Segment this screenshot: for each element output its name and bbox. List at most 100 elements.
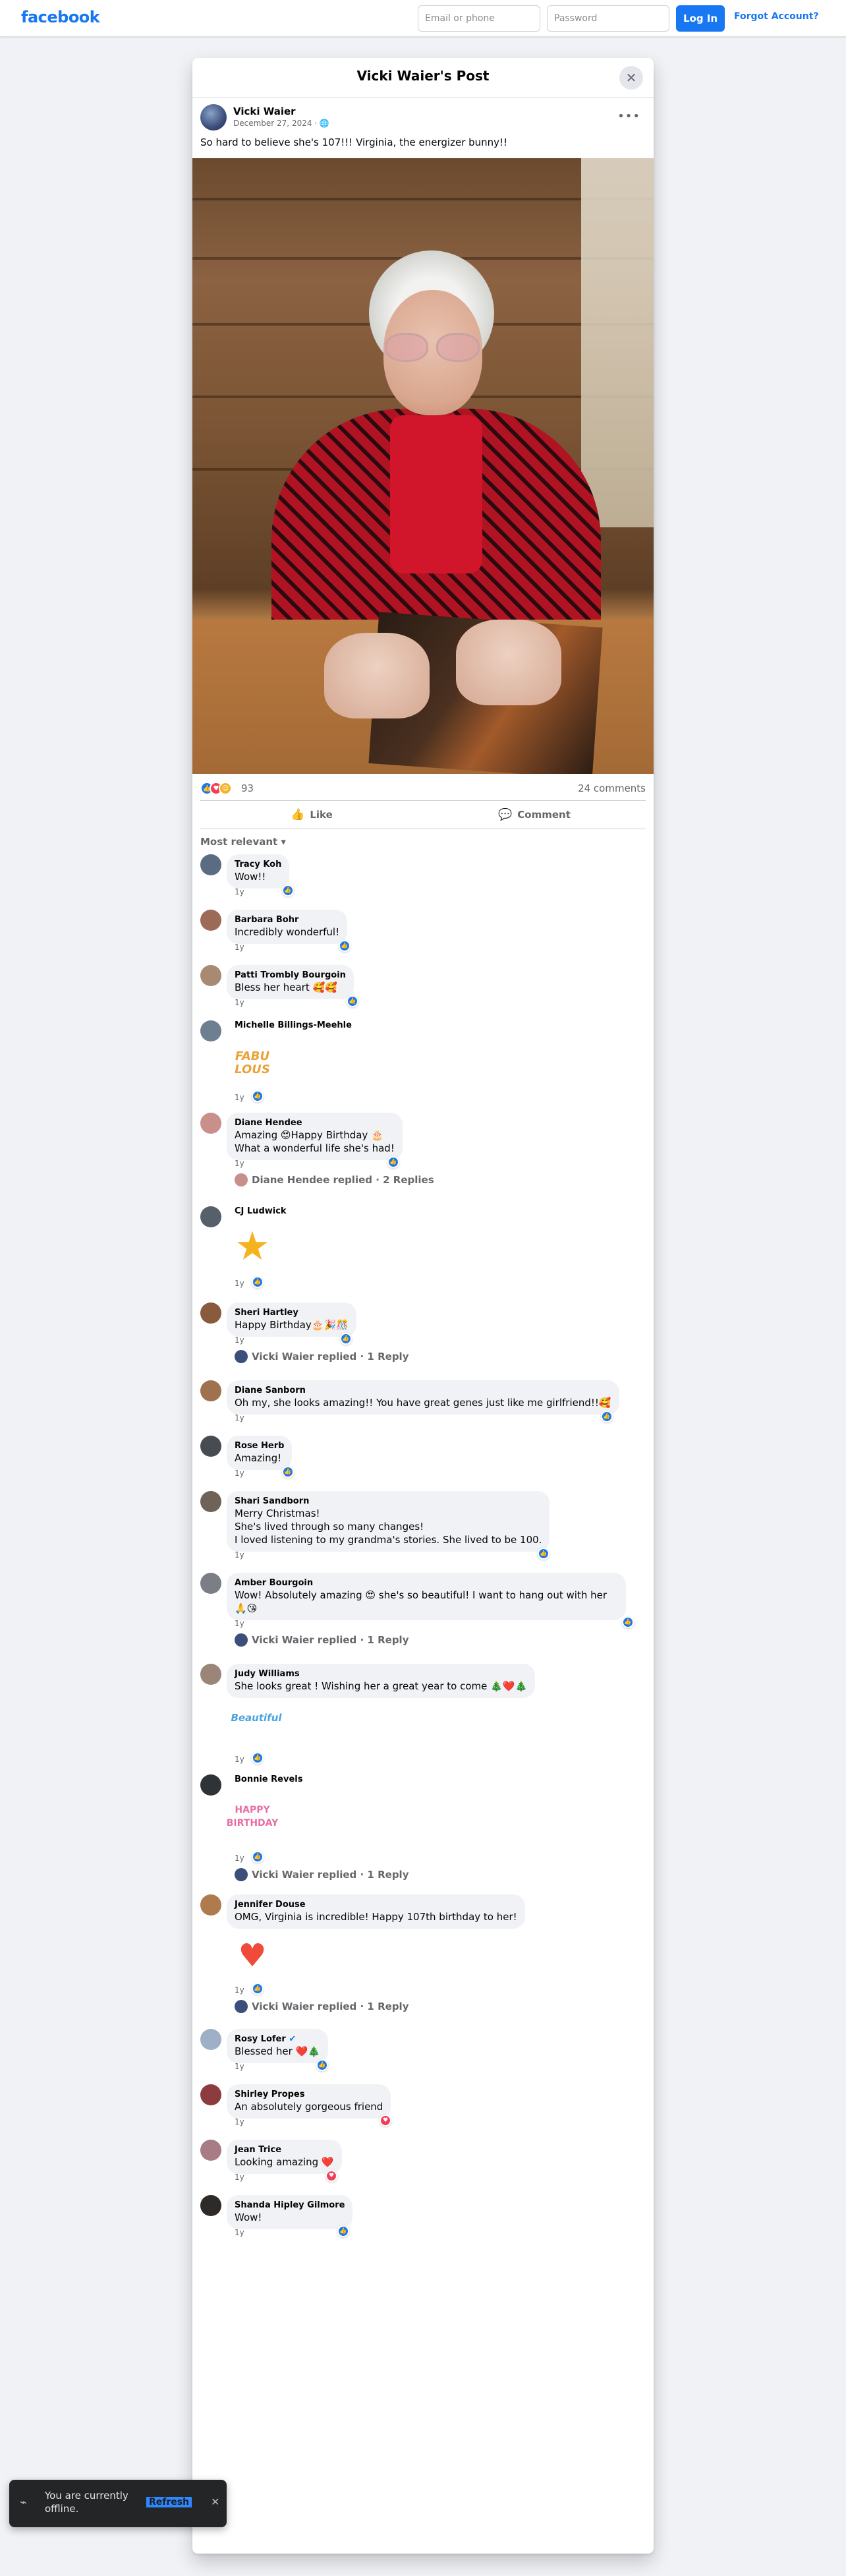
comment-time[interactable]: 1y — [235, 943, 244, 952]
commenter-name[interactable]: Judy Williams — [235, 1669, 527, 1680]
author-avatar[interactable] — [200, 104, 227, 131]
beautiful-sticker[interactable]: Beautiful — [227, 1705, 286, 1731]
comment-time[interactable]: 1y — [235, 1854, 244, 1863]
comment-time[interactable]: 1y — [235, 2062, 244, 2071]
comment-sort-dropdown[interactable]: Most relevant ▾ — [200, 836, 286, 848]
like-reaction-icon[interactable]: 👍 — [340, 1333, 352, 1345]
like-reaction-icon[interactable]: 👍 — [339, 940, 351, 952]
commenter-avatar[interactable] — [200, 2084, 221, 2105]
commenter-avatar[interactable] — [200, 1894, 221, 1916]
commenter-avatar[interactable] — [200, 910, 221, 931]
comment-time[interactable]: 1y — [235, 1755, 244, 1764]
comment-time[interactable]: 1y — [235, 1279, 244, 1288]
commenter-avatar[interactable] — [200, 1303, 221, 1324]
love-reaction-icon[interactable]: ♥ — [325, 2170, 337, 2182]
commenter-name[interactable]: Patti Trombly Bourgoin — [235, 970, 346, 981]
commenter-name[interactable]: Diane Sanborn — [235, 1386, 611, 1396]
like-reaction-icon[interactable]: 👍 — [337, 2225, 349, 2237]
commenter-avatar[interactable] — [200, 2195, 221, 2216]
commenter-name[interactable]: Bonnie Revels — [235, 1774, 302, 1785]
comment-time[interactable]: 1y — [235, 1985, 244, 1995]
commenter-avatar[interactable] — [200, 1113, 221, 1134]
post-date[interactable]: December 27, 2024 · 🌐 — [233, 119, 329, 128]
reactions-summary[interactable]: 👍 ♥ ☺ 93 24 comments — [200, 780, 646, 796]
like-reaction-icon[interactable]: 👍 — [252, 1090, 264, 1102]
comment-time[interactable]: 1y — [235, 887, 244, 896]
like-button[interactable]: 👍 Like — [200, 801, 423, 829]
like-reaction-icon[interactable]: 👍 — [538, 1548, 550, 1560]
reaction-count[interactable]: 93 — [241, 782, 254, 794]
commenter-avatar[interactable] — [200, 2029, 221, 2050]
view-replies-link[interactable]: Vicki Waier replied · 1 Reply — [235, 1350, 409, 1363]
commenter-name[interactable]: Amber Bourgoin — [235, 1578, 618, 1589]
refresh-button[interactable]: Refresh — [146, 2497, 192, 2507]
like-reaction-icon[interactable]: 👍 — [347, 995, 358, 1007]
comment-time[interactable]: 1y — [235, 1093, 244, 1102]
commenter-avatar[interactable] — [200, 965, 221, 986]
post-photo[interactable] — [192, 158, 654, 774]
view-replies-link[interactable]: Vicki Waier replied · 1 Reply — [235, 2000, 409, 2013]
heart-sticker[interactable]: ♥ — [229, 1933, 275, 1979]
fabulous-sticker[interactable]: FABU LOUS — [229, 1040, 275, 1086]
commenter-name[interactable]: Diane Hendee — [235, 1118, 395, 1128]
love-reaction-icon[interactable]: ♥ — [380, 2115, 391, 2126]
view-replies-link[interactable]: Diane Hendee replied · 2 Replies — [235, 1173, 434, 1186]
commenter-name[interactable]: Tracy Koh — [235, 860, 281, 870]
commenter-avatar[interactable] — [200, 1664, 221, 1685]
commenter-avatar[interactable] — [200, 1491, 221, 1512]
comment-time[interactable]: 1y — [235, 2117, 244, 2126]
comment-count[interactable]: 24 comments — [578, 782, 646, 794]
commenter-name[interactable]: Shari Sandborn — [235, 1496, 542, 1507]
view-replies-link[interactable]: Vicki Waier replied · 1 Reply — [235, 1868, 409, 1881]
commenter-name[interactable]: Michelle Billings-Meehle — [235, 1020, 352, 1031]
facebook-logo[interactable]: facebook — [21, 8, 100, 26]
commenter-name[interactable]: Barbara Bohr — [235, 915, 339, 925]
comment-time[interactable]: 1y — [235, 1550, 244, 1560]
comment-time[interactable]: 1y — [235, 1159, 244, 1168]
commenter-name[interactable]: Sheri Hartley — [235, 1308, 349, 1318]
email-field[interactable] — [418, 5, 540, 32]
commenter-name[interactable]: Jennifer Douse — [235, 1900, 517, 1910]
like-reaction-icon[interactable]: 👍 — [282, 1466, 294, 1478]
commenter-avatar[interactable] — [200, 1380, 221, 1401]
close-button[interactable]: ✕ — [619, 66, 643, 90]
commenter-avatar[interactable] — [200, 1573, 221, 1594]
happy-birthday-sticker[interactable]: HAPPY BIRTHDAY — [227, 1793, 279, 1840]
like-reaction-icon[interactable]: 👍 — [252, 1276, 264, 1288]
comment-time[interactable]: 1y — [235, 1469, 244, 1478]
commenter-name[interactable]: CJ Ludwick — [235, 1206, 287, 1217]
commenter-name[interactable]: Jean Trice — [235, 2145, 334, 2155]
star-sticker[interactable]: ★ — [229, 1223, 275, 1270]
author-name[interactable]: Vicki Waier — [233, 105, 296, 117]
password-field[interactable] — [547, 5, 669, 32]
comment-time[interactable]: 1y — [235, 2228, 244, 2237]
comment-time[interactable]: 1y — [235, 1335, 244, 1345]
commenter-avatar[interactable] — [200, 1436, 221, 1457]
like-reaction-icon[interactable]: 👍 — [622, 1616, 634, 1628]
like-reaction-icon[interactable]: 👍 — [252, 1752, 264, 1764]
commenter-name[interactable]: Rose Herb — [235, 1441, 284, 1451]
like-reaction-icon[interactable]: 👍 — [252, 1851, 264, 1863]
like-reaction-icon[interactable]: 👍 — [316, 2059, 328, 2071]
like-reaction-icon[interactable]: 👍 — [282, 885, 294, 896]
commenter-avatar[interactable] — [200, 1020, 221, 1041]
comment-time[interactable]: 1y — [235, 998, 244, 1007]
login-button[interactable]: Log In — [676, 5, 725, 32]
more-options-button[interactable]: ••• — [617, 109, 640, 123]
comment-time[interactable]: 1y — [235, 2173, 244, 2182]
commenter-name[interactable]: Shanda Hipley Gilmore — [235, 2200, 345, 2211]
close-icon[interactable]: ✕ — [211, 2496, 219, 2508]
commenter-name[interactable]: Shirley Propes — [235, 2090, 383, 2100]
like-reaction-icon[interactable]: 👍 — [601, 1411, 613, 1422]
commenter-avatar[interactable] — [200, 2140, 221, 2161]
view-replies-link[interactable]: Vicki Waier replied · 1 Reply — [235, 1633, 409, 1647]
comment-time[interactable]: 1y — [235, 1413, 244, 1422]
like-reaction-icon[interactable]: 👍 — [252, 1983, 264, 1995]
commenter-name[interactable]: Rosy Lofer ✔ — [235, 2034, 320, 2045]
like-reaction-icon[interactable]: 👍 — [387, 1156, 399, 1168]
comment-button[interactable]: 💬 Comment — [423, 801, 646, 829]
comment-time[interactable]: 1y — [235, 1619, 244, 1628]
commenter-avatar[interactable] — [200, 854, 221, 875]
commenter-avatar[interactable] — [200, 1206, 221, 1227]
forgot-account-link[interactable]: Forgot Account? — [734, 11, 819, 22]
